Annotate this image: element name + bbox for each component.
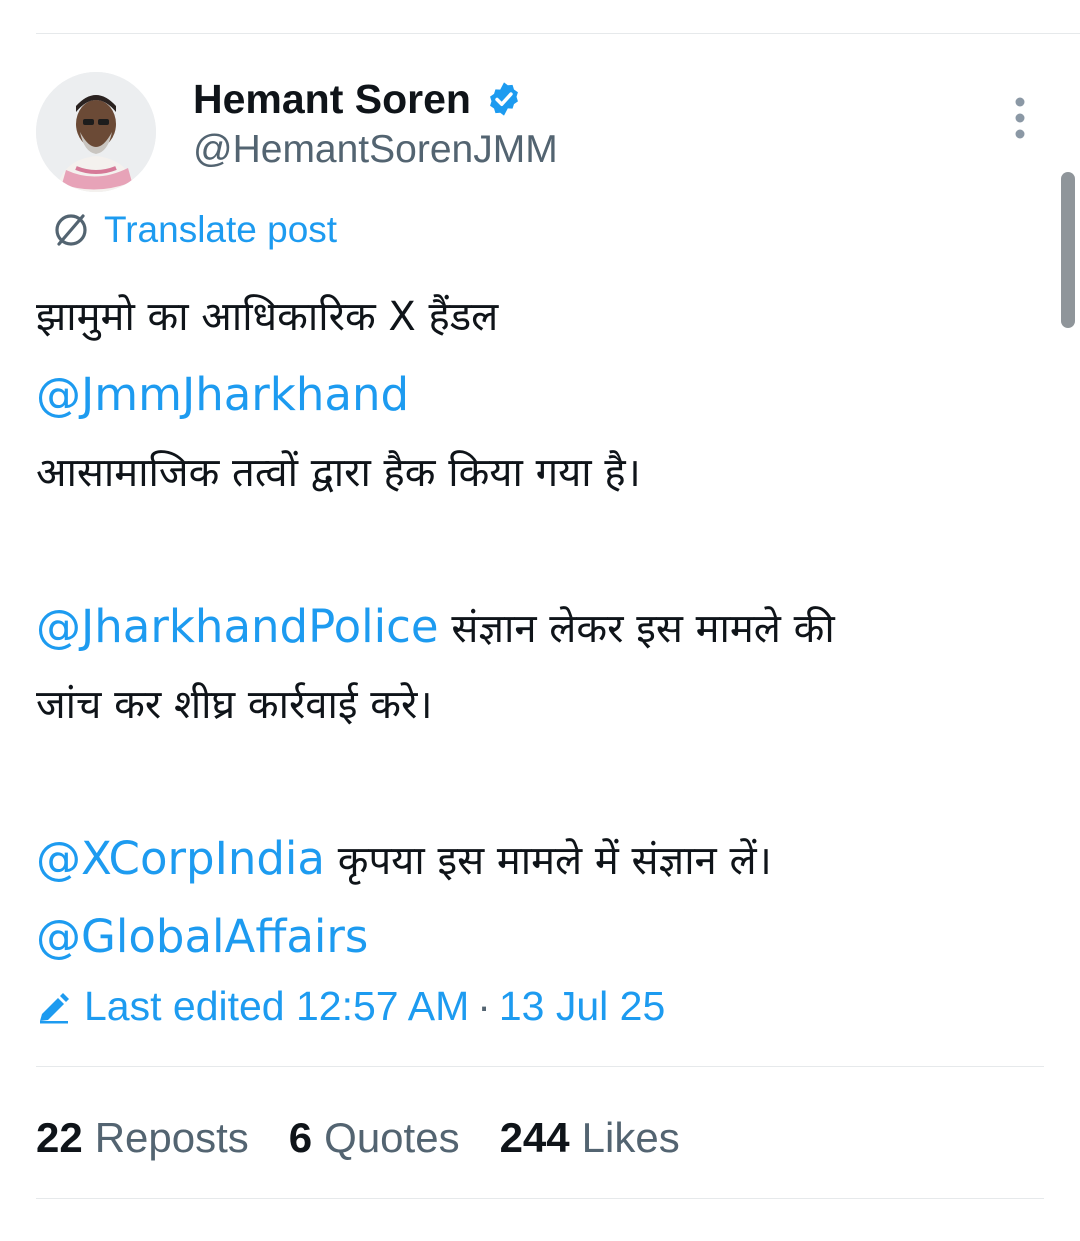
post-line: झामुमो का आधिकारिक X हैंडल bbox=[36, 288, 1046, 366]
separator-dot: · bbox=[477, 982, 491, 1029]
top-divider bbox=[36, 33, 1080, 34]
divider bbox=[36, 1198, 1044, 1199]
last-edited-time: Last edited 12:57 AM bbox=[84, 982, 470, 1029]
translate-globe-icon bbox=[48, 207, 94, 253]
more-vertical-icon[interactable] bbox=[1006, 96, 1034, 140]
post-text: झामुमो का आधिकारिक X हैंडल @JmmJharkhand… bbox=[36, 288, 1046, 986]
translate-post-label: Translate post bbox=[104, 209, 338, 250]
author-handle[interactable]: @HemantSorenJMM bbox=[193, 128, 558, 172]
post-line: जांच कर शीघ्र कार्रवाई करे। bbox=[36, 676, 1046, 754]
pencil-icon bbox=[36, 988, 72, 1024]
avatar[interactable] bbox=[36, 72, 156, 192]
post-line: आसामाजिक तत्वों द्वारा हैक किया गया है। bbox=[36, 444, 1046, 522]
divider bbox=[36, 1066, 1044, 1067]
post-line: @GlobalAffairs bbox=[36, 908, 1046, 986]
likes-label: Likes bbox=[581, 1114, 680, 1161]
post-line: @JharkhandPolice संज्ञान लेकर इस मामले क… bbox=[36, 598, 1046, 676]
post-text-segment: झामुमो का आधिकारिक X हैंडल bbox=[36, 294, 499, 340]
edit-history-link[interactable]: Last edited 12:57 AM · 13 Jul 25 bbox=[36, 978, 665, 1034]
mention-link[interactable]: @XCorpIndia bbox=[36, 832, 325, 885]
likes-count: 244 bbox=[499, 1114, 570, 1161]
author-name-row: Hemant Soren bbox=[193, 74, 523, 124]
quotes-stat[interactable]: 6 Quotes bbox=[289, 1114, 460, 1162]
verified-badge-icon bbox=[485, 80, 523, 118]
post-text-segment: कृपया इस मामले में संज्ञान लें। bbox=[325, 838, 772, 884]
translate-post-button[interactable]: Translate post bbox=[48, 204, 337, 256]
author-display-name[interactable]: Hemant Soren bbox=[193, 76, 471, 123]
post-text-segment: संज्ञान लेकर इस मामले की bbox=[438, 606, 835, 652]
reposts-label: Reposts bbox=[94, 1114, 249, 1161]
engagement-stats: 22 Reposts 6 Quotes 244 Likes bbox=[36, 1110, 720, 1166]
reposts-count: 22 bbox=[36, 1114, 83, 1161]
post-text-segment: जांच कर शीघ्र कार्रवाई करे। bbox=[36, 682, 433, 728]
scrollbar-thumb[interactable] bbox=[1061, 172, 1075, 328]
mention-link[interactable]: @GlobalAffairs bbox=[36, 910, 368, 963]
mention-link[interactable]: @JmmJharkhand bbox=[36, 368, 409, 421]
quotes-count: 6 bbox=[288, 1114, 313, 1161]
post-text-segment: आसामाजिक तत्वों द्वारा हैक किया गया है। bbox=[36, 450, 641, 496]
avatar-image bbox=[36, 72, 156, 192]
quotes-label: Quotes bbox=[324, 1114, 460, 1161]
reposts-stat[interactable]: 22 Reposts bbox=[36, 1114, 249, 1162]
last-edited-date: 13 Jul 25 bbox=[498, 982, 666, 1029]
mention-link[interactable]: @JharkhandPolice bbox=[36, 600, 439, 653]
post-line: @XCorpIndia कृपया इस मामले में संज्ञान ल… bbox=[36, 830, 1046, 908]
likes-stat[interactable]: 244 Likes bbox=[500, 1114, 680, 1162]
post-line: @JmmJharkhand bbox=[36, 366, 1046, 444]
